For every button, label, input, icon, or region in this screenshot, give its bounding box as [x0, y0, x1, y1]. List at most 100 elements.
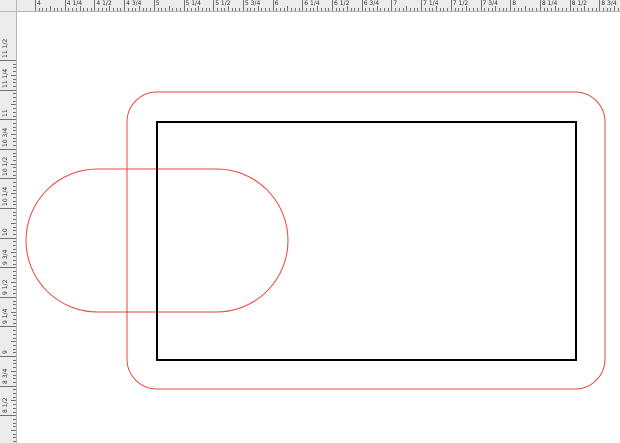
ruler-minor-tick: [573, 8, 575, 11]
ruler-major-tick: [0, 326, 16, 328]
ruler-minor-tick: [46, 8, 48, 11]
ruler-minor-tick: [224, 8, 226, 11]
ruler-label: 10: [2, 227, 9, 236]
ruler-major-tick: [569, 0, 571, 11]
ruler-minor-tick: [11, 134, 16, 135]
ruler-minor-tick: [11, 341, 16, 343]
ruler-minor-tick: [406, 6, 408, 11]
ruler-minor-tick: [395, 8, 397, 11]
ruler-minor-tick: [287, 6, 289, 11]
ruler-minor-tick: [13, 348, 16, 350]
ruler-minor-tick: [13, 285, 16, 287]
vertical-ruler[interactable]: 11 1/2 11 1/4 11 10 3/4 10 1/2 10 1/4 10 9 3/4 9…: [0, 12, 17, 443]
ruler-label: 10 1/2: [2, 157, 9, 177]
ruler-minor-tick: [595, 8, 597, 11]
red-outer-rounded-rectangle[interactable]: [126, 91, 606, 390]
ruler-minor-tick: [476, 8, 478, 11]
ruler-minor-tick: [205, 8, 207, 11]
ruler-major-tick: [421, 0, 423, 11]
ruler-minor-tick: [101, 8, 103, 11]
ruler-minor-tick: [309, 8, 311, 11]
ruler-minor-tick: [424, 8, 426, 11]
ruler-minor-tick: [257, 6, 259, 11]
ruler-minor-tick: [68, 8, 70, 11]
ruler-minor-tick: [72, 8, 74, 11]
ruler-minor-tick: [13, 407, 16, 409]
ruler-major-tick: [0, 385, 16, 387]
ruler-minor-tick: [562, 8, 564, 11]
ruler-minor-tick: [369, 8, 371, 11]
ruler-minor-tick: [187, 8, 189, 11]
ruler-minor-tick: [473, 8, 475, 11]
ruler-minor-tick: [383, 8, 385, 11]
ruler-label: 11 1/4: [2, 68, 9, 88]
ruler-minor-tick: [13, 126, 16, 128]
ruler-minor-tick: [112, 8, 114, 11]
ruler-minor-tick: [536, 8, 538, 11]
ruler-minor-tick: [13, 263, 16, 265]
ruler-minor-tick: [387, 8, 389, 11]
black-rectangle[interactable]: [156, 121, 577, 361]
ruler-minor-tick: [291, 8, 293, 11]
ruler-major-tick: [213, 0, 215, 11]
ruler-major-tick: [0, 267, 16, 269]
ruler-minor-tick: [13, 256, 16, 258]
ruler-minor-tick: [202, 8, 204, 11]
ruler-minor-tick: [13, 396, 16, 398]
ruler-minor-tick: [79, 6, 81, 11]
ruler-minor-tick: [506, 8, 508, 11]
ruler-major-tick: [332, 0, 333, 11]
ruler-minor-tick: [216, 8, 218, 11]
ruler-minor-tick: [13, 274, 16, 276]
ruler-minor-tick: [198, 6, 200, 11]
ruler-minor-tick: [11, 193, 16, 195]
ruler-minor-tick: [11, 311, 16, 313]
ruler-minor-tick: [432, 8, 434, 11]
ruler-minor-tick: [13, 270, 16, 272]
ruler-minor-tick: [306, 8, 307, 11]
ruler-minor-tick: [13, 389, 16, 391]
ruler-minor-tick: [551, 8, 553, 11]
ruler-minor-tick: [13, 422, 16, 424]
ruler-major-tick: [0, 208, 16, 209]
ruler-minor-tick: [469, 8, 471, 11]
ruler-minor-tick: [86, 8, 88, 11]
ruler-minor-tick: [13, 196, 16, 198]
ruler-minor-tick: [13, 437, 16, 439]
ruler-minor-tick: [13, 167, 16, 169]
ruler-minor-tick: [13, 322, 16, 324]
ruler-minor-tick: [13, 182, 16, 184]
ruler-minor-tick: [13, 352, 16, 354]
ruler-minor-tick: [38, 8, 40, 11]
ruler-minor-tick: [13, 230, 16, 232]
ruler-minor-tick: [320, 8, 322, 11]
ruler-minor-tick: [454, 8, 456, 11]
ruler-minor-tick: [428, 8, 430, 11]
ruler-minor-tick: [532, 8, 534, 11]
ruler-minor-tick: [220, 8, 222, 11]
ruler-minor-tick: [13, 97, 16, 98]
ruler-minor-tick: [13, 433, 16, 435]
ruler-minor-tick: [13, 185, 16, 187]
ruler-minor-tick: [487, 8, 489, 11]
ruler-minor-tick: [13, 159, 16, 161]
ruler-minor-tick: [135, 8, 137, 11]
ruler-minor-tick: [398, 8, 400, 11]
ruler-minor-tick: [246, 8, 248, 11]
ruler-major-tick: [0, 296, 16, 298]
ruler-label: 8: [512, 0, 517, 7]
ruler-minor-tick: [588, 8, 590, 11]
ruler-minor-tick: [146, 8, 148, 11]
ruler-label: 11 1/2: [2, 38, 9, 58]
ruler-major-tick: [480, 0, 482, 11]
ruler-minor-tick: [317, 6, 319, 11]
ruler-minor-tick: [499, 8, 501, 11]
drawing-canvas[interactable]: [17, 12, 620, 443]
ruler-major-tick: [450, 0, 452, 11]
ruler-minor-tick: [157, 8, 159, 11]
horizontal-ruler[interactable]: 44 1/4 4 1/2 4 3/4 5 5 1/4 5 1/2 5 3/4 6 6 1/4 6 …: [17, 0, 620, 12]
ruler-minor-tick: [13, 204, 16, 206]
ruler-major-tick: [0, 237, 16, 239]
ruler-minor-tick: [75, 8, 77, 11]
ruler-minor-tick: [11, 74, 16, 76]
